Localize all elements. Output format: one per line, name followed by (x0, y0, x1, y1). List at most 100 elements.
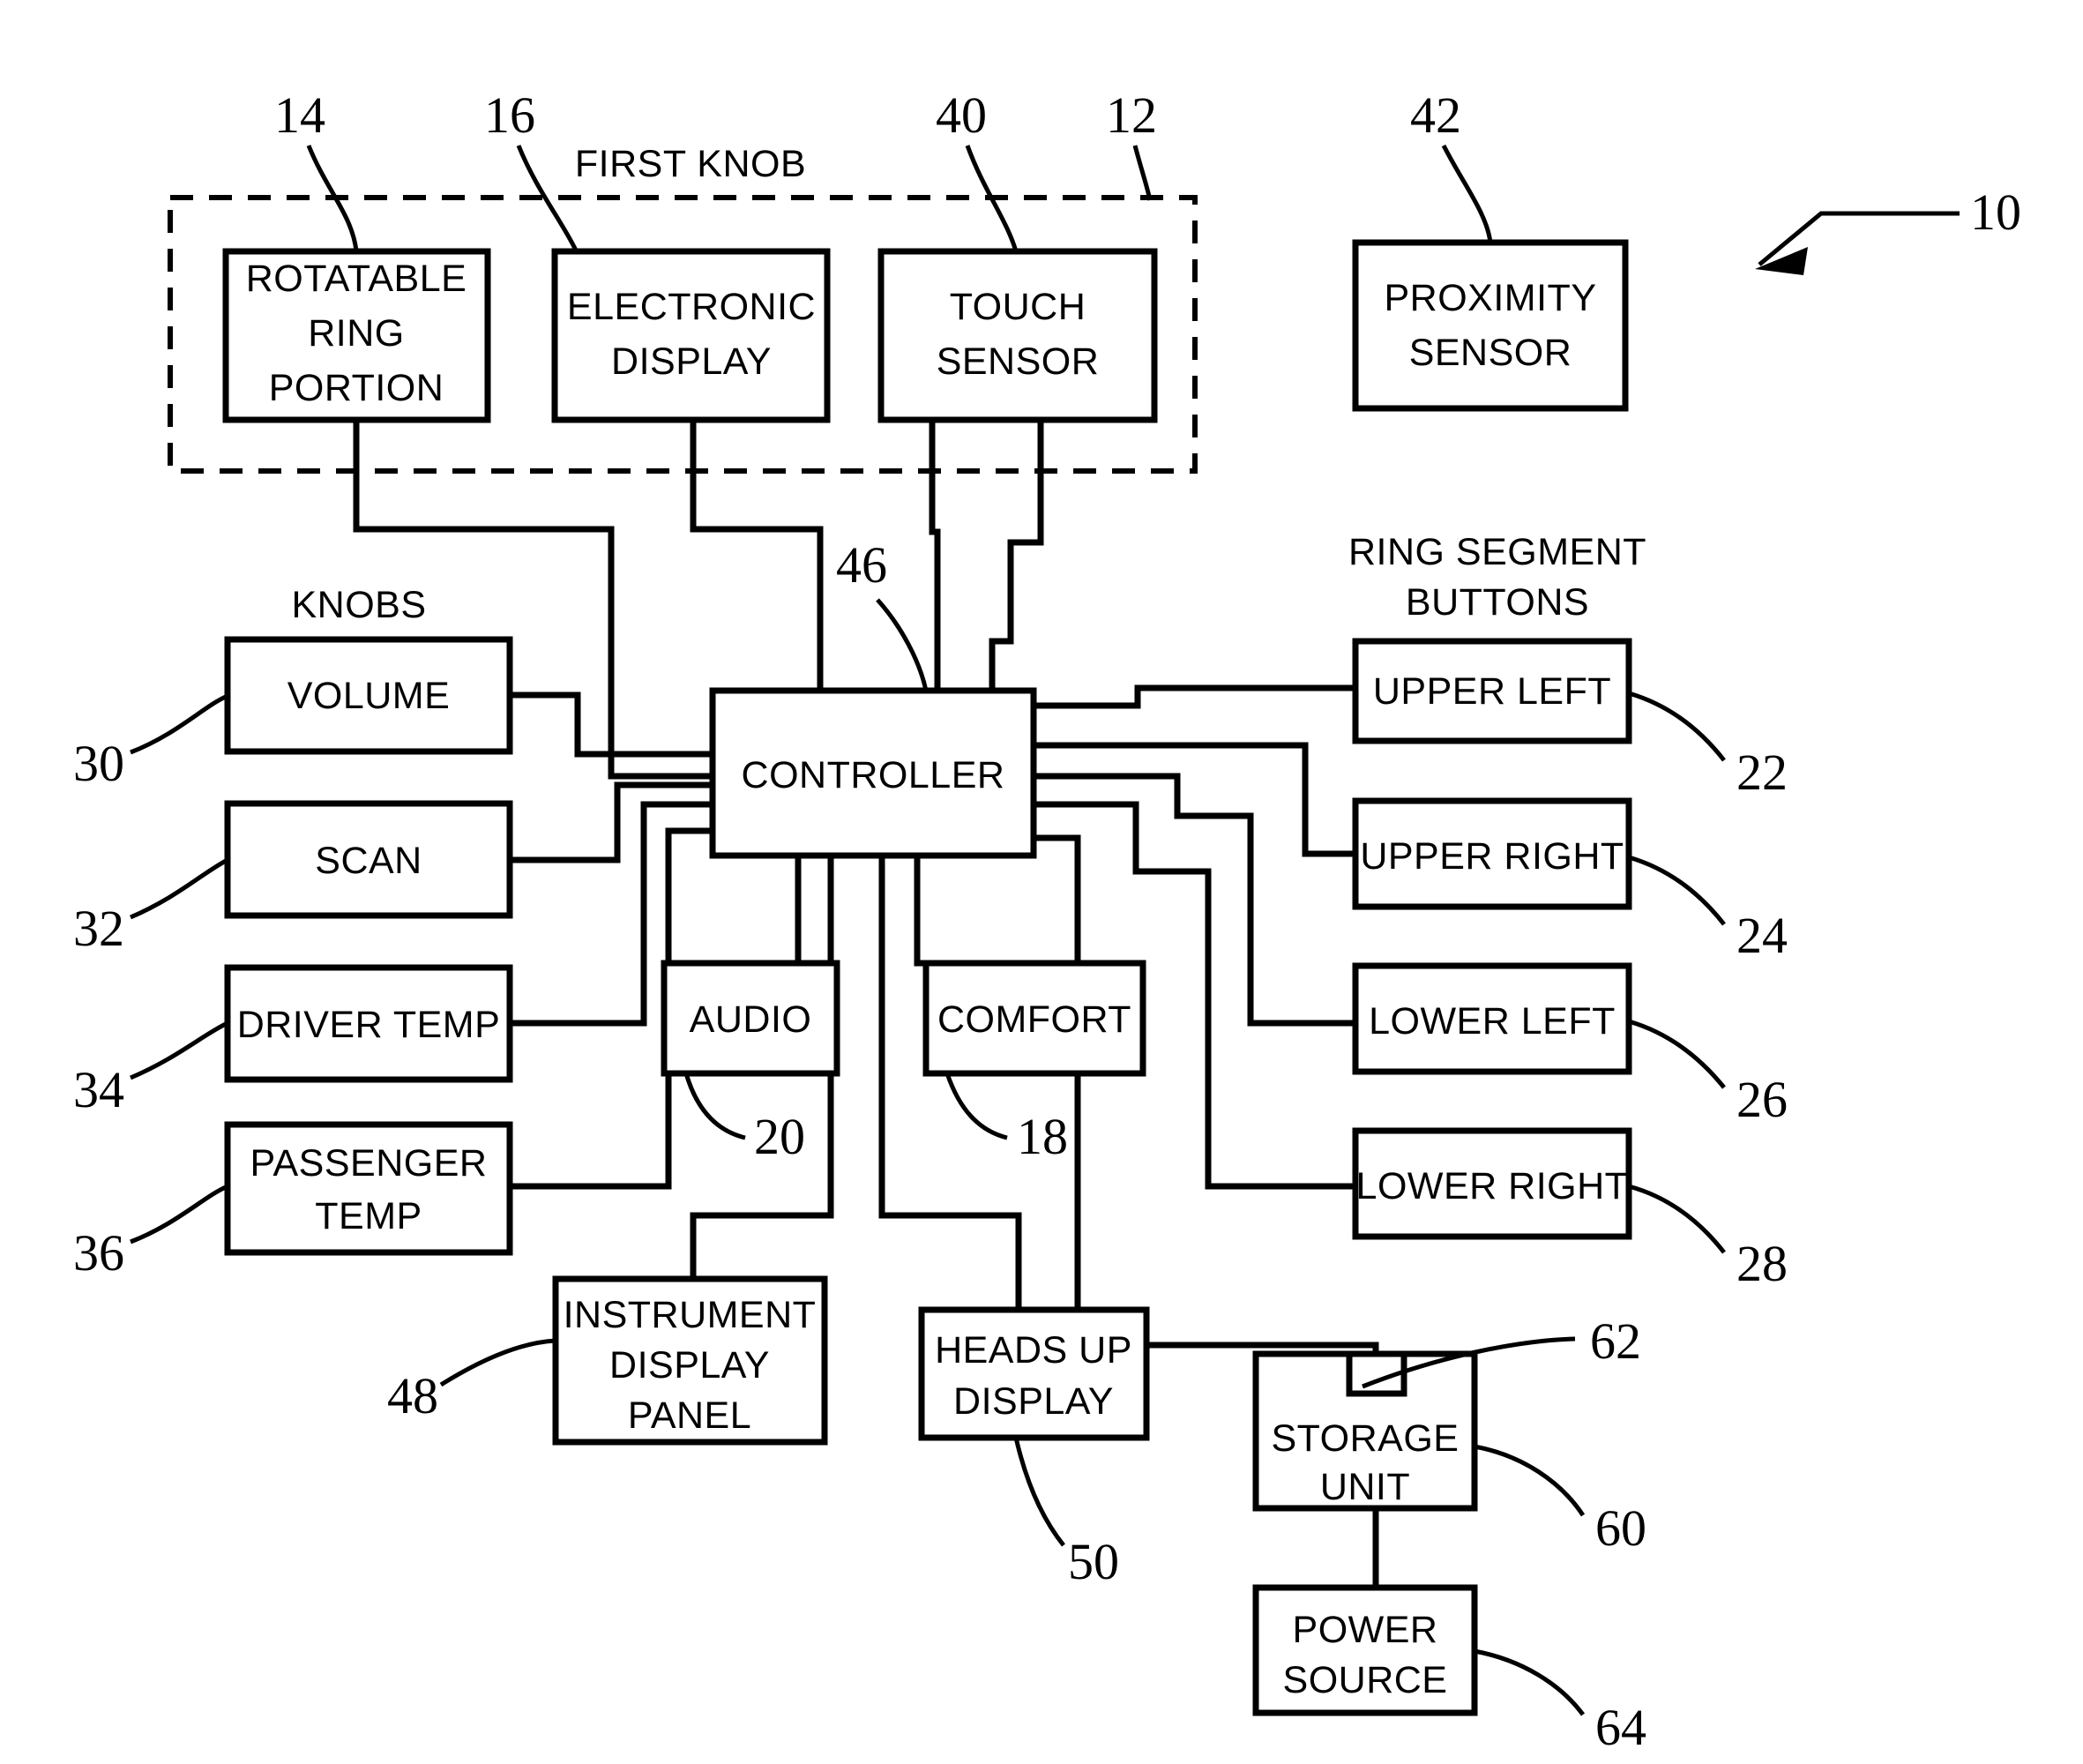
instrument-display-panel-label-line2: DISPLAY (609, 1344, 770, 1387)
ref-numeral-22: 22 (1736, 744, 1788, 801)
block-volume[interactable]: VOLUME (224, 636, 513, 755)
leader-42 (1441, 144, 1493, 243)
ref-numeral-50: 50 (1068, 1533, 1119, 1590)
leader-28 (1628, 1184, 1726, 1254)
block-proximity-sensor[interactable]: PROXIMITY SENSOR (1352, 239, 1629, 412)
block-scan[interactable]: SCAN (224, 800, 513, 919)
upper-right-label: UPPER RIGHT (1360, 835, 1624, 878)
block-instrument-display-panel[interactable]: INSTRUMENT DISPLAY PANEL (552, 1275, 828, 1446)
leader-46 (876, 598, 929, 691)
leader-12 (1132, 145, 1153, 201)
leader-26 (1628, 1019, 1726, 1089)
instrument-display-panel-label-line3: PANEL (628, 1394, 751, 1437)
ref-numeral-60: 60 (1595, 1499, 1646, 1557)
controller-label: CONTROLLER (742, 754, 1005, 796)
ref-numeral-64: 64 (1595, 1699, 1646, 1756)
proximity-sensor-rect[interactable] (1352, 239, 1629, 412)
wire-controller-to-storage-unit (1034, 834, 1379, 1372)
wire-controller-to-upper-left (1034, 684, 1366, 709)
leader-36 (130, 1184, 229, 1245)
leader-30 (130, 693, 229, 755)
rotatable-ring-portion-label-line1: ROTATABLE (246, 258, 467, 300)
ref-numeral-14: 14 (274, 86, 325, 144)
block-storage-unit[interactable]: STORAGE UNIT (1252, 1350, 1478, 1512)
leader-32 (130, 857, 229, 920)
proximity-sensor-label-line1: PROXIMITY (1384, 277, 1596, 319)
wire-controller-to-comfort (914, 856, 957, 967)
comfort-label: COMFORT (937, 998, 1131, 1041)
ref-numeral-28: 28 (1736, 1235, 1788, 1292)
ref-numeral-26: 26 (1736, 1071, 1788, 1128)
leader-18 (944, 1073, 1008, 1140)
ref-numeral-18: 18 (1017, 1108, 1068, 1165)
leader-24 (1628, 855, 1726, 926)
upper-left-label: UPPER LEFT (1373, 670, 1611, 713)
leader-60 (1474, 1444, 1586, 1517)
driver-temp-label: DRIVER TEMP (237, 1004, 501, 1046)
ref-numeral-46: 46 (836, 536, 887, 594)
ref-numeral-48: 48 (387, 1367, 438, 1424)
heads-up-display-label-line2: DISPLAY (953, 1380, 1114, 1423)
touch-sensor-label-line1: TOUCH (950, 286, 1086, 328)
power-source-label-line1: POWER (1293, 1609, 1438, 1651)
power-source-label-line2: SOURCE (1283, 1659, 1448, 1701)
ref-numeral-30: 30 (73, 735, 124, 792)
block-upper-left[interactable]: UPPER LEFT (1352, 638, 1632, 744)
knobs-group-label: KNOBS (291, 584, 426, 626)
ref-numeral-40: 40 (936, 86, 987, 144)
block-rotatable-ring-portion[interactable]: ROTATABLE RING PORTION (222, 248, 491, 423)
block-controller[interactable]: CONTROLLER (709, 687, 1037, 859)
leader-50 (1013, 1437, 1065, 1547)
ref-numeral-34: 34 (73, 1061, 124, 1118)
ref-numeral-16: 16 (484, 86, 535, 144)
wire-controller-to-audio (748, 856, 802, 967)
ring-segment-buttons-label-line1: RING SEGMENT (1348, 531, 1646, 573)
block-lower-left[interactable]: LOWER LEFT (1352, 962, 1632, 1075)
ref-numeral-12: 12 (1106, 86, 1157, 144)
block-upper-right[interactable]: UPPER RIGHT (1352, 797, 1632, 910)
proximity-sensor-label-line2: SENSOR (1409, 332, 1572, 374)
ref-numeral-36: 36 (73, 1224, 124, 1282)
rotatable-ring-portion-label-line3: PORTION (269, 367, 444, 409)
ref-numeral-32: 32 (73, 900, 124, 957)
ref-numeral-10: 10 (1970, 183, 2021, 241)
leader-48 (439, 1338, 556, 1387)
leader-34 (130, 1020, 229, 1080)
block-diagram-canvas: ROTATABLE RING PORTION ELECTRONIC DISPLA… (73, 86, 2021, 1756)
block-power-source[interactable]: POWER SOURCE (1252, 1584, 1478, 1716)
touch-sensor-rect[interactable] (877, 248, 1158, 423)
leader-22 (1628, 691, 1726, 762)
block-touch-sensor[interactable]: TOUCH SENSOR (877, 248, 1158, 423)
passenger-temp-label-line1: PASSENGER (250, 1142, 488, 1185)
block-comfort[interactable]: COMFORT (922, 960, 1146, 1077)
ref-numeral-24: 24 (1736, 907, 1788, 964)
wire-proximity-sensor-to-controller (989, 420, 1044, 691)
leader-20 (683, 1073, 746, 1140)
audio-label: AUDIO (690, 998, 812, 1041)
ref-numeral-62: 62 (1590, 1312, 1641, 1370)
block-passenger-temp[interactable]: PASSENGER TEMP (224, 1121, 513, 1256)
electronic-display-label-line2: DISPLAY (611, 340, 772, 383)
passenger-temp-label-line2: TEMP (315, 1195, 422, 1237)
lower-left-label: LOWER LEFT (1369, 1000, 1616, 1043)
wire-electronic-display-to-controller (690, 420, 824, 691)
lower-right-label: LOWER RIGHT (1356, 1165, 1629, 1207)
system-reference-arrow: 10 (1755, 183, 2021, 275)
wire-controller-to-upper-right (1034, 742, 1366, 857)
storage-unit-label-line1: STORAGE (1272, 1417, 1460, 1460)
block-lower-right[interactable]: LOWER RIGHT (1352, 1127, 1632, 1240)
electronic-display-rect[interactable] (551, 248, 831, 423)
leader-64 (1474, 1648, 1586, 1716)
volume-label: VOLUME (287, 675, 451, 717)
wire-touch-sensor-to-controller (929, 420, 941, 691)
touch-sensor-label-line2: SENSOR (937, 340, 1100, 383)
block-driver-temp[interactable]: DRIVER TEMP (224, 964, 513, 1083)
patent-figure: ROTATABLE RING PORTION ELECTRONIC DISPLA… (0, 0, 2083, 1764)
ref-numeral-20: 20 (754, 1108, 805, 1165)
leader-40 (965, 145, 1019, 252)
ring-segment-buttons-label-line2: BUTTONS (1406, 581, 1589, 624)
block-heads-up-display[interactable]: HEADS UP DISPLAY (918, 1306, 1150, 1441)
block-audio[interactable]: AUDIO (661, 960, 840, 1077)
rotatable-ring-portion-label-line2: RING (308, 312, 405, 355)
block-electronic-display[interactable]: ELECTRONIC DISPLAY (551, 248, 831, 423)
